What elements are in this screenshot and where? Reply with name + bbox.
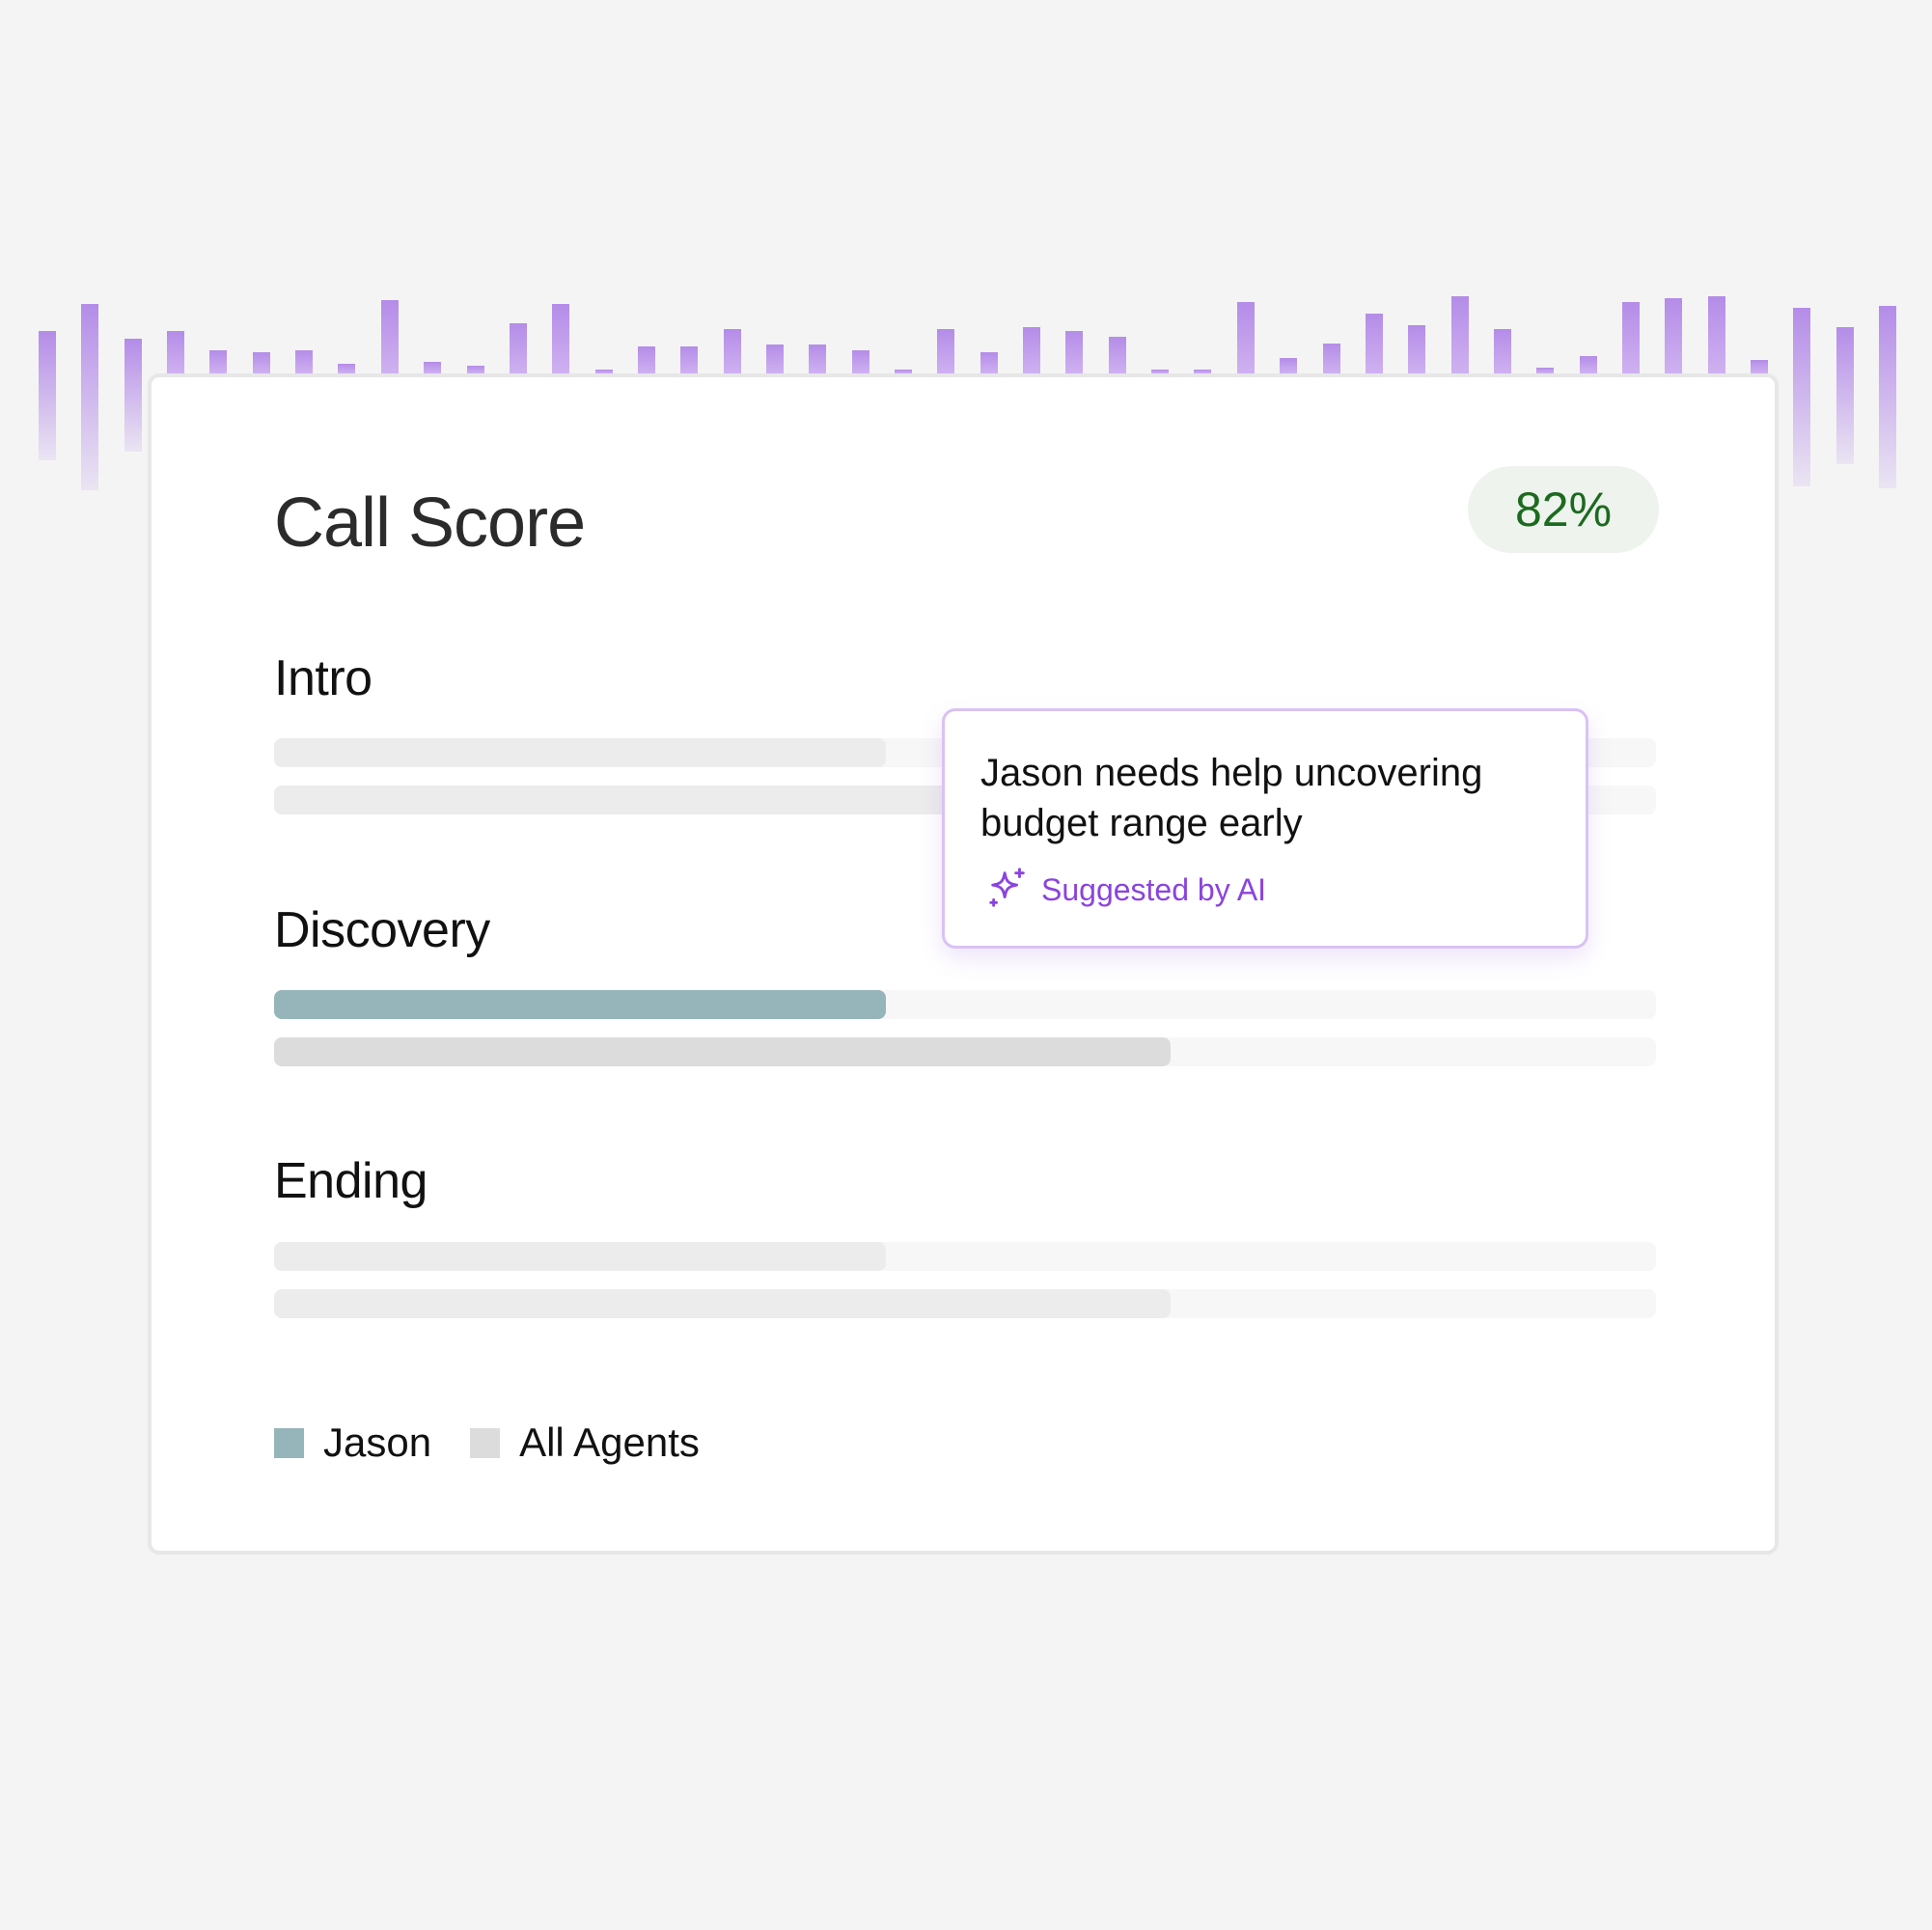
waveform-bar <box>209 350 228 373</box>
bar-track <box>274 1037 1656 1066</box>
ai-attribution: Suggested by AI <box>985 866 1266 914</box>
bar-ending-all-agents <box>274 1289 1172 1318</box>
bar-discovery-jason <box>274 990 887 1019</box>
waveform-bar <box>809 344 827 373</box>
waveform-bar <box>937 328 955 373</box>
waveform-bar <box>124 339 142 452</box>
waveform-bar <box>1835 327 1854 464</box>
waveform-bar <box>637 346 655 373</box>
waveform-bar <box>980 351 998 373</box>
waveform-bar <box>1751 359 1768 373</box>
card-title: Call Score <box>274 484 586 562</box>
waveform-bar <box>1108 336 1126 373</box>
waveform-bar <box>851 350 869 373</box>
waveform-bar <box>466 366 484 373</box>
waveform-bar <box>1621 302 1640 373</box>
waveform-bar <box>1879 305 1897 489</box>
waveform-bar <box>295 350 314 373</box>
waveform-bar <box>1408 324 1426 373</box>
waveform-bar <box>1236 302 1255 373</box>
waveform-bar <box>1322 343 1340 373</box>
bar-track <box>274 990 1656 1019</box>
legend-swatch <box>470 1427 501 1458</box>
waveform-bar <box>424 362 442 373</box>
waveform-bar <box>1365 314 1383 373</box>
legend-label: Jason <box>323 1420 432 1465</box>
waveform-bar <box>380 300 399 373</box>
waveform-bar <box>1493 328 1511 373</box>
legend-item-jason: Jason <box>274 1420 431 1466</box>
waveform-bar <box>1793 308 1811 486</box>
legend-swatch <box>274 1427 304 1458</box>
legend-item-all-agents: All Agents <box>470 1420 700 1466</box>
waveform-bar <box>1579 356 1597 373</box>
bar-track <box>274 1289 1656 1318</box>
waveform-bar <box>81 304 99 490</box>
section-label: Intro <box>274 650 373 706</box>
bar-ending-jason <box>274 1242 887 1271</box>
bar-track <box>274 1242 1656 1271</box>
suggestion-text: Jason needs help uncovering budget range… <box>980 752 1483 844</box>
call-score-card: Call Score 82% Intro Discovery Ending Ja… <box>148 373 1779 1555</box>
section-ending: Ending <box>274 1152 1656 1318</box>
legend-label: All Agents <box>519 1420 700 1465</box>
score-badge: 82% <box>1468 466 1659 553</box>
waveform-bar <box>1280 358 1298 373</box>
section-label: Ending <box>274 1153 428 1209</box>
waveform-bar <box>167 331 185 373</box>
ai-label: Suggested by AI <box>1041 871 1267 907</box>
waveform-bar <box>509 323 527 373</box>
waveform-bar <box>1023 327 1041 373</box>
waveform-bar <box>1665 298 1683 373</box>
sparkle-icon <box>985 866 1030 915</box>
waveform-bar <box>723 328 741 373</box>
legend: Jason All Agents <box>274 1414 738 1472</box>
waveform-bar <box>1450 296 1469 373</box>
waveform-bar <box>765 344 784 373</box>
waveform-bar <box>1707 296 1725 373</box>
waveform-bar <box>680 346 699 373</box>
section-intro: Intro <box>274 649 1656 814</box>
bar-intro-jason <box>274 738 887 767</box>
waveform-bar <box>252 352 270 373</box>
waveform-bar <box>39 331 56 460</box>
waveform-bar <box>552 304 570 373</box>
bar-discovery-all-agents <box>274 1037 1172 1066</box>
waveform-bar <box>1065 331 1084 373</box>
waveform-bar <box>338 364 356 373</box>
ai-suggestion-tooltip: Jason needs help uncovering budget range… <box>942 708 1588 949</box>
